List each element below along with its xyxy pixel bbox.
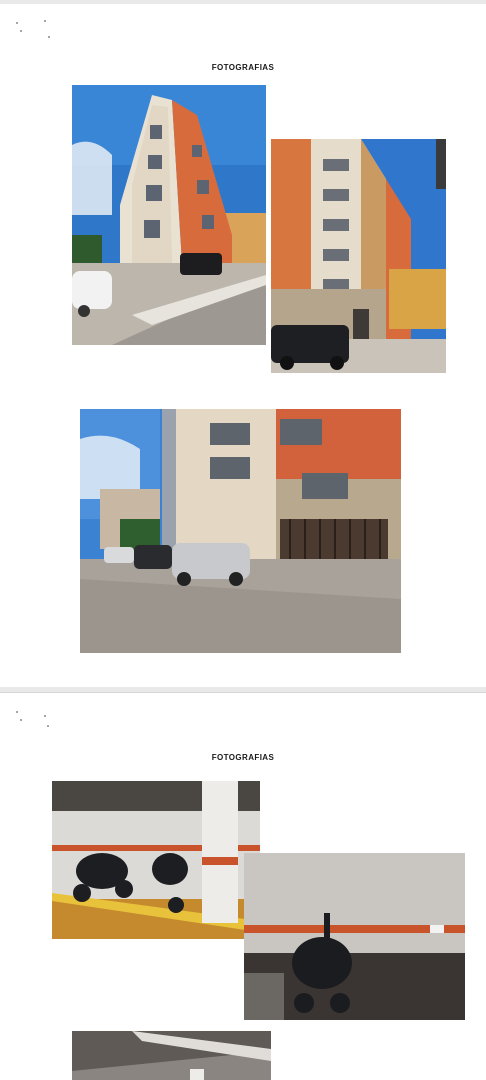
page-heading: FOTOGRAFIAS <box>211 63 275 72</box>
scan-specks <box>14 16 54 46</box>
garage-photo-scooter <box>244 853 465 1020</box>
document-page-1: FOTOGRAFIAS <box>0 4 486 687</box>
building-photo-corner <box>72 85 266 345</box>
page-heading: FOTOGRAFIAS <box>211 753 275 762</box>
garage-photo-ceiling <box>72 1031 271 1080</box>
document-page-2: FOTOGRAFIAS <box>0 692 486 1080</box>
building-photo-facade <box>271 139 446 373</box>
scan-specks <box>14 705 54 735</box>
building-photo-street <box>80 409 401 653</box>
garage-photo-column <box>52 781 260 939</box>
